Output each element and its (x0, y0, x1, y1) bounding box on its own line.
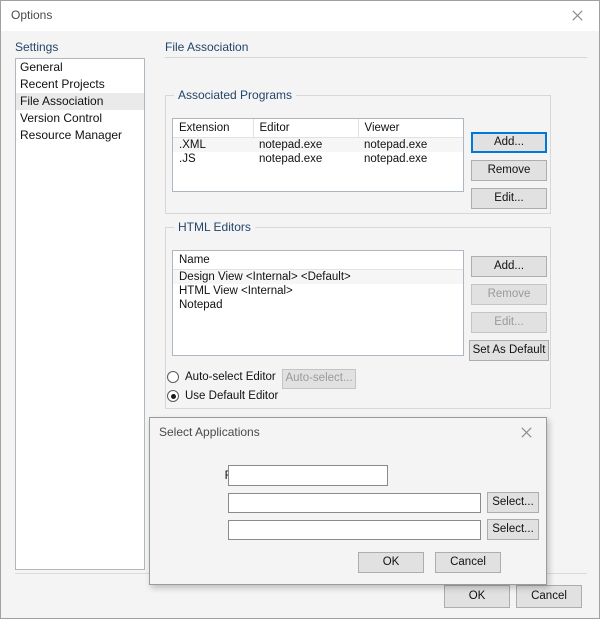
associated-add-button[interactable]: Add... (471, 132, 547, 153)
file-extension-input[interactable] (228, 465, 388, 486)
window-body: Settings General Recent Projects File Asso… (1, 31, 599, 618)
html-remove-button: Remove (471, 284, 547, 305)
sidebar-item-version-control[interactable]: Version Control (16, 110, 144, 127)
table-row[interactable]: .JS notepad.exe notepad.exe (173, 152, 463, 166)
cell-extension: .JS (179, 153, 196, 165)
edit-with-input[interactable] (228, 493, 481, 513)
auto-select-button: Auto-select... (282, 369, 356, 389)
html-edit-button: Edit... (471, 312, 547, 333)
select-applications-dialog: Select Applications File Extension: Edit… (149, 417, 547, 585)
table-row[interactable]: .XML notepad.exe notepad.exe (173, 137, 463, 152)
table-header-row: Extension Editor Viewer (173, 119, 463, 138)
radio-auto-select-indicator (167, 371, 179, 383)
associated-programs-legend: Associated Programs (174, 88, 297, 102)
cancel-button[interactable]: Cancel (516, 585, 582, 608)
sidebar-item-resource-manager[interactable]: Resource Manager (16, 127, 144, 144)
column-header-viewer[interactable]: Viewer (358, 119, 463, 138)
dialog-title: Select Applications (159, 425, 260, 439)
dialog-close-icon[interactable] (506, 418, 546, 446)
radio-auto-select-editor[interactable]: Auto-select Editor (167, 371, 276, 383)
sidebar-item-recent-projects[interactable]: Recent Projects (16, 76, 144, 93)
html-add-button[interactable]: Add... (471, 256, 547, 277)
settings-label: Settings (15, 40, 59, 54)
associated-remove-button[interactable]: Remove (471, 160, 547, 181)
column-header-editor[interactable]: Editor (253, 119, 359, 138)
sidebar-item-general[interactable]: General (16, 59, 144, 76)
cell-viewer: notepad.exe (364, 153, 428, 165)
list-item[interactable]: Design View <Internal> <Default> (173, 270, 463, 284)
page-title-divider (165, 57, 587, 58)
cell-extension: .XML (173, 137, 253, 152)
html-editors-list[interactable]: Name Design View <Internal> <Default> HTML… (172, 250, 464, 356)
dialog-cancel-button[interactable]: Cancel (435, 552, 501, 573)
cell-editor: notepad.exe (253, 137, 358, 152)
radio-use-default-editor[interactable]: Use Default Editor (167, 390, 278, 402)
radio-use-default-label: Use Default Editor (185, 390, 279, 402)
column-header-name[interactable]: Name (173, 251, 463, 270)
view-with-input[interactable] (228, 520, 481, 540)
cell-viewer: notepad.exe (358, 137, 463, 152)
list-item[interactable]: Notepad (173, 298, 463, 312)
list-item[interactable]: HTML View <Internal> (173, 284, 463, 298)
column-header-extension[interactable]: Extension (173, 119, 254, 138)
cell-editor: notepad.exe (259, 153, 323, 165)
associated-programs-grid: Extension Editor Viewer .XML notepad.exe note… (173, 119, 463, 166)
window-title: Options (11, 8, 53, 22)
dialog-ok-button[interactable]: OK (358, 552, 424, 573)
associated-programs-table[interactable]: Extension Editor Viewer .XML notepad.exe note… (172, 118, 464, 192)
ok-button[interactable]: OK (444, 585, 510, 608)
view-with-select-button[interactable]: Select... (487, 519, 539, 540)
associated-edit-button[interactable]: Edit... (471, 188, 547, 209)
window-titlebar: Options (1, 1, 599, 31)
html-set-as-default-button[interactable]: Set As Default (469, 340, 549, 361)
options-window: Options Settings General Recent Projects F… (0, 0, 600, 619)
html-editors-legend: HTML Editors (174, 220, 255, 234)
settings-list[interactable]: General Recent Projects File Association Ve… (15, 58, 145, 570)
radio-auto-select-label: Auto-select Editor (185, 371, 276, 383)
radio-use-default-indicator (167, 390, 179, 402)
close-icon[interactable] (555, 1, 599, 30)
page-title: File Association (165, 40, 249, 54)
sidebar-item-file-association[interactable]: File Association (16, 93, 144, 110)
edit-with-select-button[interactable]: Select... (487, 492, 539, 513)
